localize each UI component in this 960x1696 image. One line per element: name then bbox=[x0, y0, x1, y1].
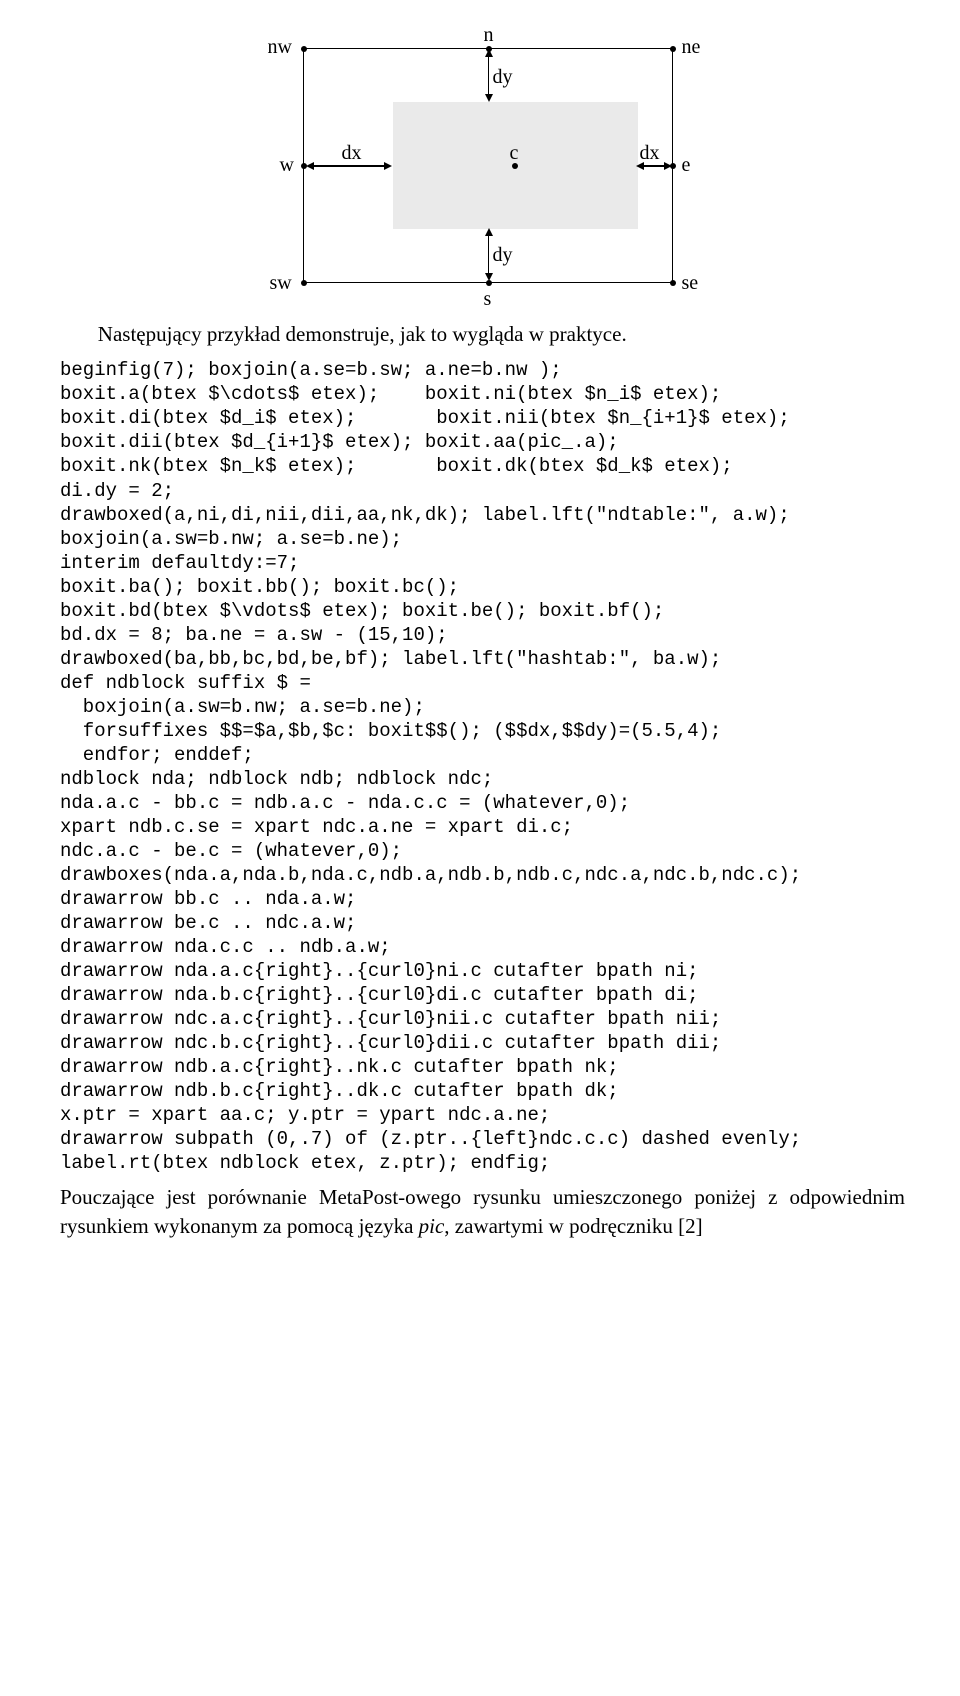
label-dy-top: dy bbox=[493, 64, 513, 91]
label-sw: sw bbox=[270, 270, 292, 297]
dot-nw bbox=[301, 46, 307, 52]
arrowhead bbox=[664, 162, 672, 170]
closing-text-c: , zawartymi w pod­ręczniku [2] bbox=[444, 1214, 702, 1238]
label-c: c bbox=[510, 140, 519, 167]
arrowhead bbox=[485, 49, 493, 57]
box-anchor-figure: nw n ne w c e sw s se dx dx dy dy bbox=[268, 20, 698, 310]
arrow-dy-top bbox=[488, 52, 490, 100]
pic-italic: pic bbox=[419, 1214, 445, 1238]
label-e: e bbox=[682, 152, 691, 179]
label-dx-left: dx bbox=[342, 140, 362, 167]
label-ne: ne bbox=[682, 34, 701, 61]
intro-paragraph: Następujący przykład demonstruje, jak to… bbox=[60, 320, 905, 348]
label-nw: nw bbox=[268, 34, 292, 61]
arrow-dx-left bbox=[308, 165, 390, 167]
label-n: n bbox=[484, 22, 494, 49]
closing-paragraph: Pouczające jest porównanie MetaPost-oweg… bbox=[60, 1183, 905, 1240]
arrowhead bbox=[485, 228, 493, 236]
arrowhead bbox=[485, 94, 493, 102]
label-se: se bbox=[682, 270, 699, 297]
label-s: s bbox=[484, 286, 492, 313]
dot-se bbox=[670, 280, 676, 286]
dot-ne bbox=[670, 46, 676, 52]
arrowhead bbox=[636, 162, 644, 170]
label-w: w bbox=[280, 152, 294, 179]
dot-sw bbox=[301, 280, 307, 286]
label-dy-bottom: dy bbox=[493, 242, 513, 269]
arrow-dy-bottom bbox=[488, 231, 490, 279]
arrowhead bbox=[384, 162, 392, 170]
code-listing: beginfig(7); boxjoin(a.se=b.sw; a.ne=b.n… bbox=[60, 358, 905, 1175]
arrowhead bbox=[485, 273, 493, 281]
arrowhead bbox=[306, 162, 314, 170]
